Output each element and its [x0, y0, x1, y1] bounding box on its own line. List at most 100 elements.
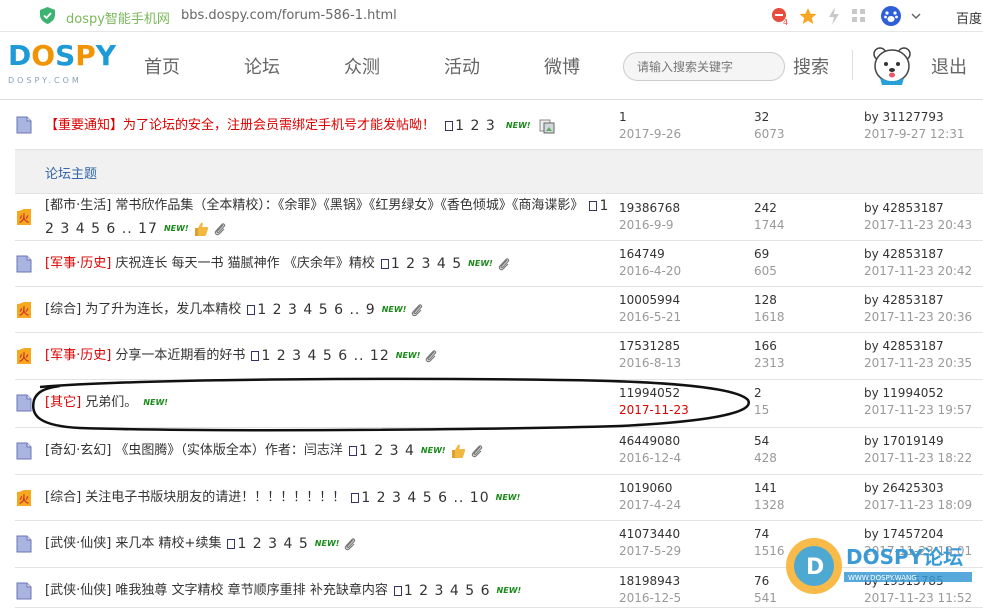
last-poster[interactable]: by 31127793	[864, 109, 965, 126]
logout-link[interactable]: 退出	[931, 53, 967, 79]
author-id[interactable]: 46449080	[619, 433, 681, 450]
page-links[interactable]: 1 2 3	[455, 118, 496, 134]
stats-column: 141 1328	[754, 480, 785, 514]
paperclip-icon	[498, 258, 509, 271]
notice-row[interactable]: 【重要通知】为了论坛的安全，注册会员需绑定手机号才能发帖呦！ 1 2 3 NEW…	[15, 100, 983, 150]
url-text[interactable]: bbs.dospy.com/forum-586-1.html	[181, 8, 397, 23]
last-poster[interactable]: by 17019149	[864, 433, 972, 450]
page-links[interactable]: 1 2 3 4	[359, 443, 415, 459]
thread-tag[interactable]: [综合]	[45, 302, 81, 317]
author-id[interactable]: 164749	[619, 246, 681, 263]
thread-title-line: [都市·生活] 常书欣作品集（全本精校）：《余罪》《黑锅》《红男绿女》《香色倾城…	[45, 195, 615, 240]
author-id[interactable]: 17531285	[619, 338, 681, 355]
hot-thread-icon: 火	[17, 209, 31, 225]
last-post-time[interactable]: 2017-11-23 20:43	[864, 217, 972, 234]
thread-tag[interactable]: [军事·历史]	[45, 256, 111, 271]
lightning-icon[interactable]	[826, 6, 842, 26]
thread-row[interactable]: 火 [都市·生活] 常书欣作品集（全本精校）：《余罪》《黑锅》《红男绿女》《香色倾…	[15, 195, 983, 241]
last-post-column: by 26425303 2017-11-23 18:09	[864, 480, 972, 514]
nav-home[interactable]: 首页	[144, 53, 180, 79]
last-poster[interactable]: by 42853187	[864, 246, 972, 263]
thread-row[interactable]: 火 [军事·历史] 分享一本近期看的好书 1 2 3 4 5 6 .. 12 NEW!…	[15, 333, 983, 380]
last-post-time[interactable]: 2017-11-23 18:09	[864, 497, 972, 514]
baidu-paw-icon[interactable]	[880, 5, 902, 27]
thread-title[interactable]: 兄弟们。	[85, 395, 137, 410]
author-id[interactable]: 19386768	[619, 200, 680, 217]
paperclip-icon	[471, 445, 482, 458]
last-poster[interactable]: by 42853187	[864, 338, 972, 355]
page-links[interactable]: 1 2 3 4 5 6 .. 10	[361, 490, 489, 506]
page-links[interactable]: 1 2 3 4 5	[391, 256, 462, 272]
stats-column: 2 15	[754, 385, 769, 419]
nav-activity[interactable]: 活动	[444, 53, 480, 79]
thread-row[interactable]: [其它] 兄弟们。 NEW! 11994052 2017-11-23 2 15 by 119…	[15, 380, 983, 428]
grid-icon[interactable]	[850, 7, 868, 25]
thread-title[interactable]: 来几本 精校+续集	[115, 536, 221, 551]
last-poster[interactable]: by 42853187	[864, 200, 972, 217]
thread-row[interactable]: [军事·历史] 庆祝连长 每天一书 猫腻神作 《庆余年》精校 1 2 3 4 5 N…	[15, 241, 983, 287]
header-divider	[852, 50, 853, 80]
post-date: 2016-9-9	[619, 218, 674, 232]
thread-tag[interactable]: [军事·历史]	[45, 348, 111, 363]
thread-title[interactable]: 《虫图腾》（实体版全本）作者：闫志洋	[115, 443, 343, 458]
dospy-logo[interactable]: DOSPY DOSPY.COM	[8, 42, 116, 90]
author-id[interactable]: 11994052	[619, 385, 689, 402]
author-id[interactable]: 10005994	[619, 292, 681, 309]
star-icon[interactable]	[798, 6, 818, 26]
thread-row[interactable]: [奇幻·玄幻] 《虫图腾》（实体版全本）作者：闫志洋 1 2 3 4 NEW! 464…	[15, 428, 983, 475]
author-column: 46449080 2016-12-4	[619, 433, 681, 467]
page-links[interactable]: 1 2 3 4 5 6 .. 9	[257, 302, 375, 318]
thread-title[interactable]: 常书欣作品集（全本精校）：《余罪》《黑锅》《红男绿女》《香色倾城》《商海谍影》	[115, 198, 583, 213]
nav-forum[interactable]: 论坛	[244, 53, 280, 79]
last-post-time[interactable]: 2017-11-23 18:22	[864, 450, 972, 467]
thread-row[interactable]: 火 [综合] 关注电子书版块朋友的请进！！！！！！！！ 1 2 3 4 5 6 ..…	[15, 475, 983, 521]
baidu-label[interactable]: 百度	[956, 8, 982, 27]
thread-title[interactable]: 关注电子书版块朋友的请进！！！！！！！！	[85, 490, 345, 505]
view-count: 428	[754, 451, 777, 465]
last-post-time[interactable]: 2017-11-23 20:36	[864, 309, 972, 326]
author-id[interactable]: 41073440	[619, 526, 681, 543]
new-badge: NEW!	[163, 223, 189, 233]
reply-count: 141	[754, 481, 777, 495]
thread-title[interactable]: 庆祝连长 每天一书 猫腻神作 《庆余年》精校	[115, 256, 374, 271]
thread-title[interactable]: 为了升为连长，发几本精校	[85, 302, 241, 317]
search-input[interactable]	[623, 52, 785, 81]
page-links[interactable]: 1 2 3 4 5 6 .. 12	[261, 348, 389, 364]
view-count: 1618	[754, 310, 785, 324]
block-icon[interactable]: 4	[770, 6, 790, 26]
reply-count: 2	[754, 386, 762, 400]
page-icon	[589, 201, 598, 211]
last-poster[interactable]: by 42853187	[864, 292, 972, 309]
thread-title[interactable]: 唯我独尊 文字精校 章节顺序重排 补充缺章内容	[115, 583, 387, 598]
last-poster[interactable]: by 11994052	[864, 385, 972, 402]
author-id[interactable]: 1	[619, 109, 681, 126]
last-post-time[interactable]: 2017-9-27 12:31	[864, 126, 965, 143]
user-avatar[interactable]	[872, 45, 912, 87]
thread-tag[interactable]: [综合]	[45, 490, 81, 505]
last-poster[interactable]: by 26425303	[864, 480, 972, 497]
thread-tag[interactable]: [都市·生活]	[45, 198, 111, 213]
thread-tag[interactable]: [其它]	[45, 395, 81, 410]
search-button[interactable]: 搜索	[793, 53, 829, 79]
thread-tag[interactable]: [奇幻·玄幻]	[45, 443, 111, 458]
last-post-time[interactable]: 2017-11-23 20:42	[864, 263, 972, 280]
chevron-down-icon[interactable]	[910, 10, 922, 22]
author-column: 17531285 2016-8-13	[619, 338, 681, 372]
nav-crowdtest[interactable]: 众测	[344, 53, 380, 79]
author-id[interactable]: 1019060	[619, 480, 681, 497]
last-post-time[interactable]: 2017-11-23 20:35	[864, 355, 972, 372]
last-post-column: by 42853187 2017-11-23 20:36	[864, 292, 972, 326]
page-links[interactable]: 1 2 3 4 5	[237, 536, 308, 552]
author-id[interactable]: 18198943	[619, 573, 681, 590]
new-badge: NEW!	[381, 305, 407, 314]
nav-weibo[interactable]: 微博	[544, 53, 580, 79]
thread-title[interactable]: 分享一本近期看的好书	[115, 348, 245, 363]
last-post-time[interactable]: 2017-11-23 19:57	[864, 402, 972, 419]
thread-tag[interactable]: [武侠·仙侠]	[45, 536, 111, 551]
page-links[interactable]: 1 2 3 4 5 6	[404, 583, 491, 599]
document-icon	[16, 442, 32, 460]
thread-row[interactable]: 火 [综合] 为了升为连长，发几本精校 1 2 3 4 5 6 .. 9 NEW! 10…	[15, 287, 983, 333]
thread-tag[interactable]: [武侠·仙侠]	[45, 583, 111, 598]
notice-title[interactable]: 【重要通知】为了论坛的安全，注册会员需绑定手机号才能发帖呦！	[45, 118, 435, 133]
svg-text:火: 火	[19, 306, 30, 318]
